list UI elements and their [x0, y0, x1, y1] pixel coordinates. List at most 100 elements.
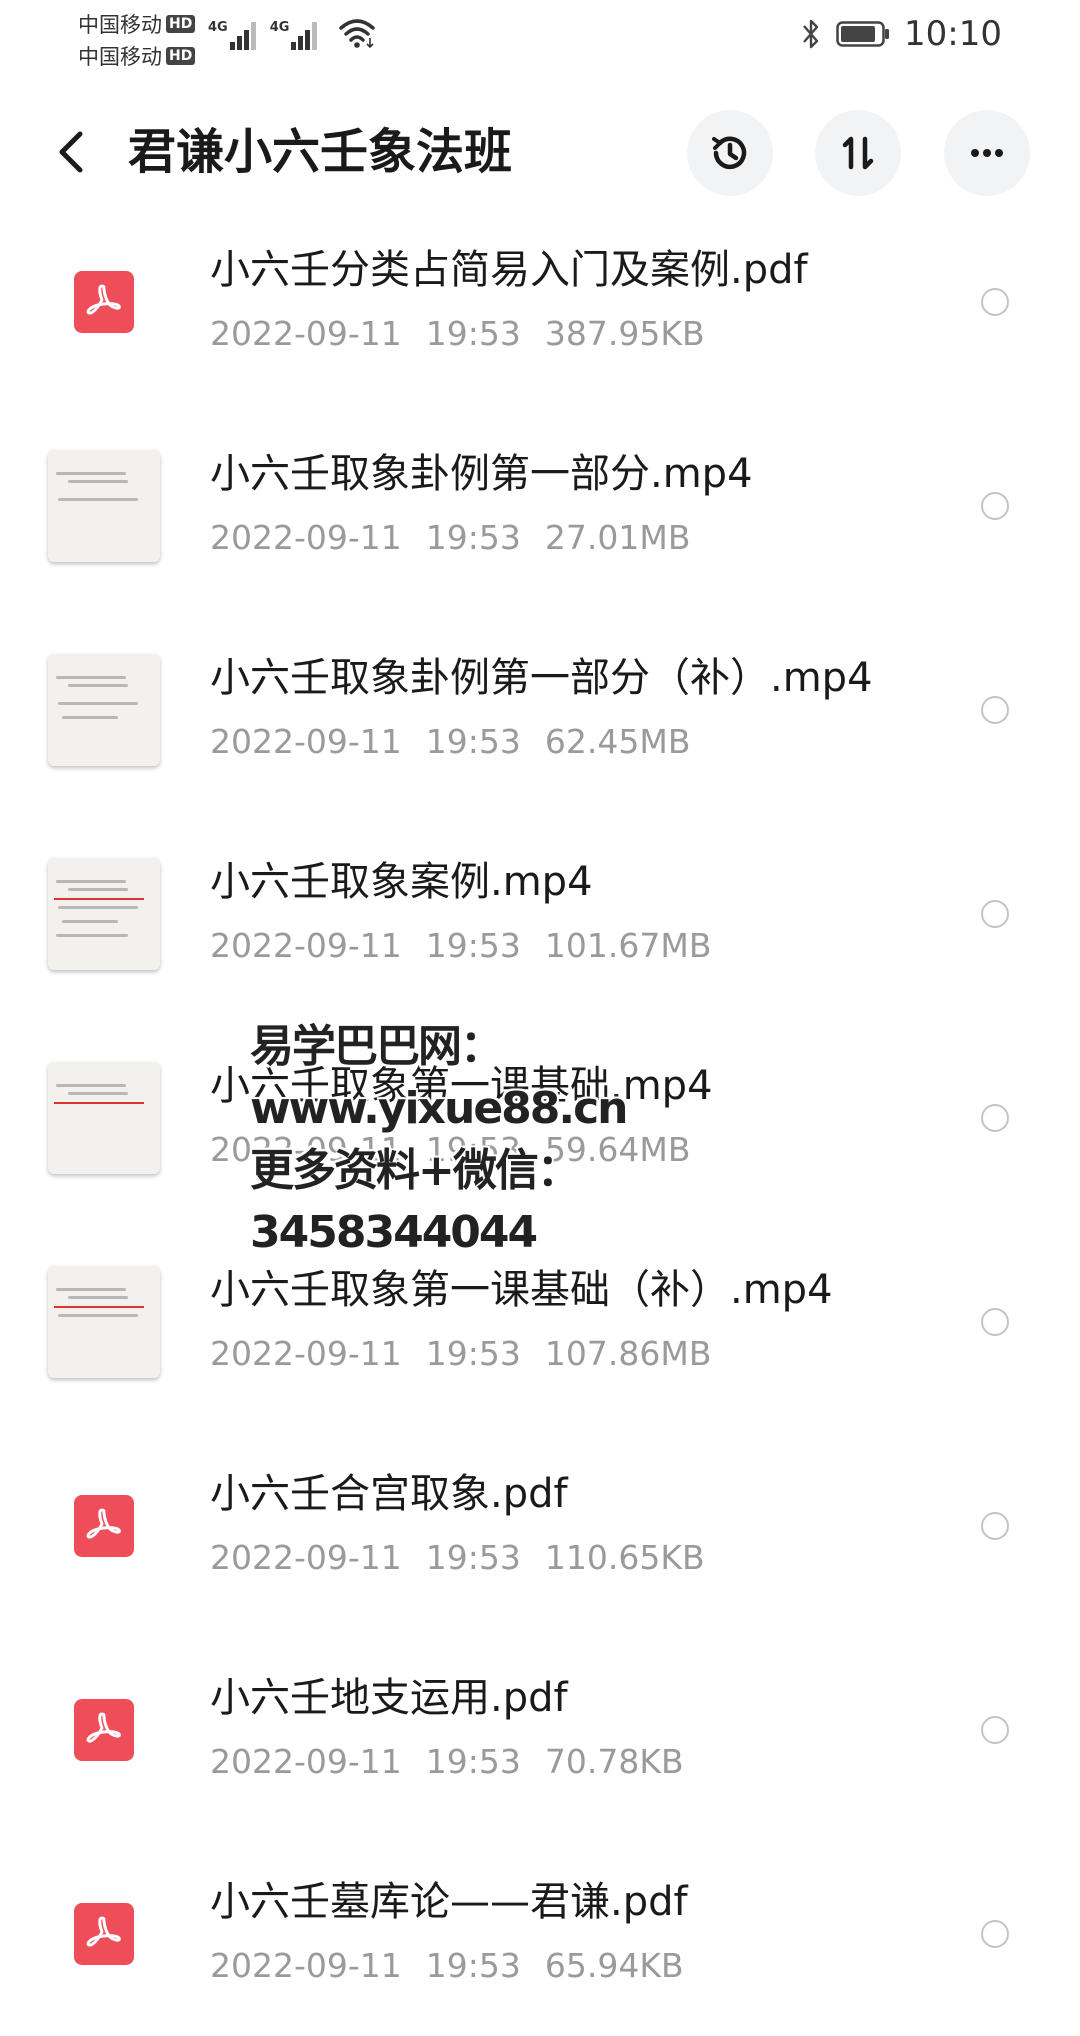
file-meta: 2022-09-11 19:53 70.78KB: [210, 1740, 708, 1784]
file-time: 19:53: [425, 1742, 521, 1781]
video-frame-preview: [48, 1062, 160, 1174]
select-checkbox[interactable]: [981, 1716, 1009, 1744]
acrobat-glyph: [86, 284, 121, 315]
file-time: 19:53: [425, 722, 521, 761]
acrobat-glyph: [86, 1712, 121, 1743]
file-date: 2022-09-11: [210, 722, 402, 761]
pdf-file-icon: [48, 1878, 160, 1990]
file-time: 19:53: [425, 1946, 521, 1985]
video-frame-preview: [48, 654, 160, 766]
file-list-item[interactable]: 小六壬合宫取象.pdf 2022-09-11 19:53 110.65KB: [0, 1424, 1080, 1628]
file-size: 387.95KB: [544, 314, 705, 353]
battery-icon: [836, 21, 890, 47]
pdf-icon: [74, 1903, 134, 1965]
app-header: 君谦小六壬象法班: [0, 100, 1080, 204]
file-meta: 2022-09-11 19:53 107.86MB: [210, 1332, 735, 1376]
pdf-file-icon: [48, 1470, 160, 1582]
video-frame-preview: [48, 450, 160, 562]
file-name: 小六壬取象案例.mp4: [210, 859, 593, 905]
more-button[interactable]: [944, 110, 1030, 196]
history-button[interactable]: [687, 110, 773, 196]
video-thumbnail: [48, 1062, 160, 1174]
hd-badge-1: HD: [166, 15, 196, 33]
file-name: 小六壬分类占简易入门及案例.pdf: [210, 247, 808, 293]
file-meta: 2022-09-11 19:53 101.67MB: [210, 924, 735, 968]
file-name: 小六壬取象卦例第一部分.mp4: [210, 451, 753, 497]
file-meta: 2022-09-11 19:53 62.45MB: [210, 720, 714, 764]
file-time: 19:53: [425, 1334, 521, 1373]
watermark-line-1: 易学巴巴网：www.yixue88.cn: [250, 1021, 629, 1134]
file-list-item[interactable]: 小六壬分类占简易入门及案例.pdf 2022-09-11 19:53 387.95KB: [0, 200, 1080, 404]
file-date: 2022-09-11: [210, 1742, 402, 1781]
video-frame-preview: [48, 1266, 160, 1378]
file-name: 小六壬地支运用.pdf: [210, 1675, 568, 1721]
pdf-file-icon: [48, 246, 160, 358]
file-size: 70.78KB: [544, 1742, 684, 1781]
signal-1-label: 4G: [208, 20, 228, 35]
pdf-icon: [74, 1495, 134, 1557]
signal-2-icon: 4G: [270, 20, 318, 50]
select-checkbox[interactable]: [981, 1308, 1009, 1336]
select-checkbox[interactable]: [981, 696, 1009, 724]
select-checkbox[interactable]: [981, 492, 1009, 520]
file-size: 62.45MB: [544, 722, 691, 761]
back-button[interactable]: [44, 122, 104, 182]
video-thumbnail: [48, 654, 160, 766]
file-time: 19:53: [425, 1538, 521, 1577]
file-name: 小六壬墓库论——君谦.pdf: [210, 1879, 688, 1925]
file-list-item[interactable]: 小六壬取象卦例第一部分（补）.mp4 2022-09-11 19:53 62.45MB: [0, 608, 1080, 812]
hd-badge-2: HD: [166, 47, 196, 65]
file-list-item[interactable]: 小六壬墓库论——君谦.pdf 2022-09-11 19:53 65.94KB: [0, 1832, 1080, 2036]
watermark-line-2: 更多资料+微信：3458344044: [250, 1145, 581, 1258]
video-thumbnail: [48, 858, 160, 970]
pdf-file-icon: [48, 1674, 160, 1786]
signal-indicators: 4G 4G: [208, 16, 377, 50]
file-list-item[interactable]: 小六壬地支运用.pdf 2022-09-11 19:53 70.78KB: [0, 1628, 1080, 1832]
file-size: 65.94KB: [544, 1946, 684, 1985]
file-date: 2022-09-11: [210, 314, 402, 353]
sort-button[interactable]: [815, 110, 901, 196]
sort-icon: [842, 136, 874, 170]
carrier-name-1: 中国移动: [78, 13, 162, 37]
file-time: 19:53: [425, 518, 521, 557]
pdf-icon: [74, 1699, 134, 1761]
file-name: 小六壬取象卦例第一部分（补）.mp4: [210, 655, 873, 701]
file-meta: 2022-09-11 19:53 27.01MB: [210, 516, 714, 560]
file-date: 2022-09-11: [210, 1538, 402, 1577]
file-list-item[interactable]: 小六壬取象案例.mp4 2022-09-11 19:53 101.67MB: [0, 812, 1080, 1016]
file-size: 101.67MB: [544, 926, 712, 965]
status-right-group: 10:10: [800, 14, 1002, 54]
file-size: 110.65KB: [544, 1538, 705, 1577]
file-date: 2022-09-11: [210, 926, 402, 965]
file-date: 2022-09-11: [210, 1946, 402, 1985]
video-thumbnail: [48, 1266, 160, 1378]
status-bar: 中国移动 HD 中国移动 HD 4G 4G 10:10: [0, 0, 1080, 80]
page-title: 君谦小六壬象法班: [128, 124, 513, 180]
signal-2-label: 4G: [269, 20, 290, 35]
file-list-item[interactable]: 小六壬取象卦例第一部分.mp4 2022-09-11 19:53 27.01MB: [0, 404, 1080, 608]
select-checkbox[interactable]: [981, 1512, 1009, 1540]
video-frame-preview: [48, 858, 160, 970]
file-date: 2022-09-11: [210, 518, 402, 557]
select-checkbox[interactable]: [981, 1104, 1009, 1132]
file-size: 107.86MB: [544, 1334, 712, 1373]
pdf-icon: [74, 271, 134, 333]
select-checkbox[interactable]: [981, 900, 1009, 928]
carrier-info: 中国移动 HD 中国移动 HD: [78, 8, 196, 72]
file-meta: 2022-09-11 19:53 65.94KB: [210, 1944, 708, 1988]
select-checkbox[interactable]: [981, 1920, 1009, 1948]
watermark-overlay: 易学巴巴网：www.yixue88.cn 更多资料+微信：3458344044: [250, 1016, 790, 1264]
file-name: 小六壬取象第一课基础（补）.mp4: [210, 1267, 833, 1313]
select-checkbox[interactable]: [981, 288, 1009, 316]
chevron-left-icon: [59, 131, 83, 173]
file-meta: 2022-09-11 19:53 110.65KB: [210, 1536, 729, 1580]
video-thumbnail: [48, 450, 160, 562]
acrobat-glyph: [86, 1508, 121, 1539]
file-date: 2022-09-11: [210, 1334, 402, 1373]
file-meta: 2022-09-11 19:53 387.95KB: [210, 312, 729, 356]
status-time: 10:10: [904, 14, 1002, 54]
clock-history-icon: [712, 136, 747, 170]
bluetooth-icon: [803, 19, 819, 49]
more-dots-icon: [971, 149, 1003, 157]
wifi-icon: [339, 19, 376, 49]
